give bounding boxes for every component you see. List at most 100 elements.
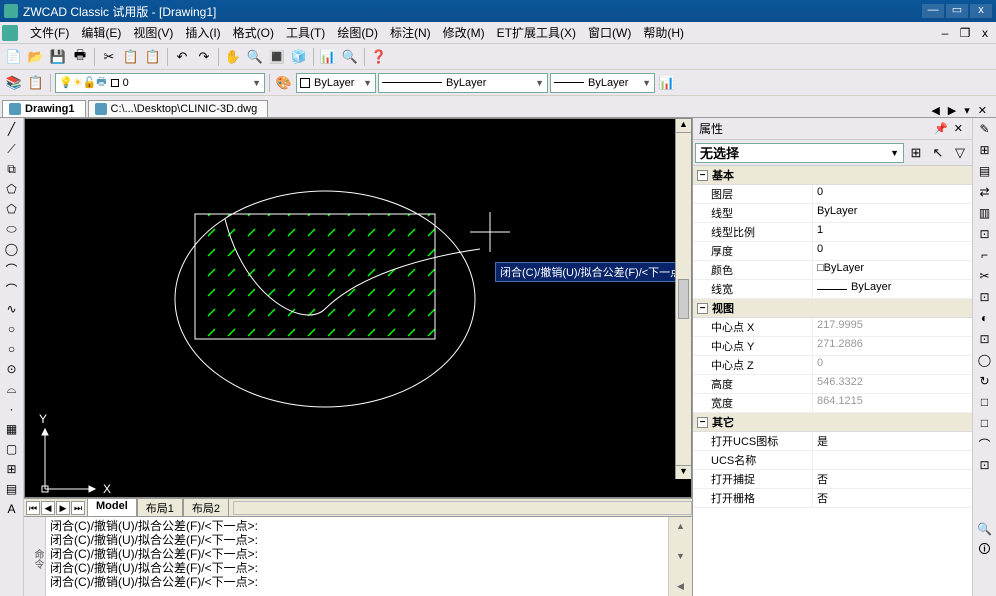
command-scrollbar[interactable]: ▲▼◀ [668,517,692,596]
tab-list-button[interactable]: ▾ [961,104,973,117]
toolbar-btn-2[interactable]: 💾 [48,47,68,67]
toolbar-btn-6[interactable]: 📋 [143,47,163,67]
toolbar-btn-14[interactable]: 🔍 [340,47,360,67]
modify-tool-0[interactable]: ✎ [975,120,995,138]
draw-tool-9[interactable]: ∿ [2,300,22,318]
prop-row[interactable]: 打开捕捉否 [693,470,972,489]
prop-row[interactable]: UCS名称 [693,451,972,470]
draw-tool-18[interactable]: ▤ [2,480,22,498]
draw-tool-0[interactable]: ╱ [2,120,22,138]
filter-icon[interactable]: ▽ [950,143,970,163]
layer-manager-icon[interactable]: 📚 [4,73,24,93]
prop-row[interactable]: 中心点 Z0 [693,356,972,375]
prop-row[interactable]: 打开UCS图标是 [693,432,972,451]
prop-row[interactable]: 厚度0 [693,242,972,261]
prop-row[interactable]: 线型ByLayer [693,204,972,223]
doc-tab[interactable]: Drawing1 [2,100,86,117]
draw-tool-4[interactable]: ⬠ [2,200,22,218]
toolbar-btn-3[interactable]: 🖶 [70,47,90,67]
layout-nav[interactable]: ⏭ [71,501,85,515]
menu-ET扩展工具(X)[interactable]: ET扩展工具(X) [491,22,582,43]
prop-category[interactable]: −其它 [693,413,972,432]
modify-tool-6[interactable]: ⌐ [975,246,995,264]
drawing-canvas[interactable]: X Y 闭合(C)/撤销(U)/拟合公差(F)/<下一点>: ▲ ▼ [24,118,692,498]
draw-tool-11[interactable]: ○ [2,340,22,358]
modify-tool-10[interactable]: ⊡ [975,330,995,348]
prop-category[interactable]: −视图 [693,299,972,318]
toolbar-btn-4[interactable]: ✂ [99,47,119,67]
menu-修改(M)[interactable]: 修改(M) [437,22,491,43]
modify-tool-8[interactable]: ⊡ [975,288,995,306]
window-minimize-button[interactable]: — [922,4,944,18]
draw-tool-6[interactable]: ◯ [2,240,22,258]
toolbar-btn-7[interactable]: ↶ [172,47,192,67]
modify-tool-7[interactable]: ✂ [975,267,995,285]
draw-tool-15[interactable]: ▦ [2,420,22,438]
tab-prev-button[interactable]: ◀ [928,104,942,117]
toolbar-btn-11[interactable]: 🔳 [267,47,287,67]
prop-row[interactable]: 颜色□ByLayer [693,261,972,280]
modify-tool-5[interactable]: ⊡ [975,225,995,243]
dynamic-input-tooltip[interactable]: 闭合(C)/撤销(U)/拟合公差(F)/<下一点>: [495,262,692,282]
draw-tool-7[interactable]: ⌒ [2,260,22,278]
doc-close-button[interactable]: x [976,26,994,40]
inquiry-tool-0[interactable]: 🔍 [975,520,995,538]
canvas-hscrollbar[interactable] [233,501,692,515]
tab-close-button[interactable]: ✕ [975,104,990,117]
draw-tool-13[interactable]: ⌓ [2,380,22,398]
layout-nav[interactable]: ◀ [41,501,55,515]
prop-row[interactable]: 线型比例1 [693,223,972,242]
window-maximize-button[interactable]: ▭ [946,4,968,18]
toolbar-btn-15[interactable]: ❓ [369,47,389,67]
toolbar-btn-0[interactable]: 📄 [4,47,24,67]
panel-close-icon[interactable]: ✕ [951,122,966,135]
modify-tool-13[interactable]: □ [975,393,995,411]
modify-tool-4[interactable]: ▥ [975,204,995,222]
menu-文件(F)[interactable]: 文件(F) [24,22,75,43]
prop-row[interactable]: 宽度864.1215 [693,394,972,413]
draw-tool-19[interactable]: A [2,500,22,518]
layout-tab-Model[interactable]: Model [87,498,137,518]
layout-nav[interactable]: ▶ [56,501,70,515]
menu-格式(O)[interactable]: 格式(O) [227,22,280,43]
bylayer-icon[interactable]: 📊 [657,73,677,93]
layer-prev-icon[interactable]: 📋 [26,73,46,93]
modify-tool-11[interactable]: ◯ [975,351,995,369]
draw-tool-5[interactable]: ⬭ [2,220,22,238]
toolbar-btn-9[interactable]: ✋ [223,47,243,67]
menu-视图(V)[interactable]: 视图(V) [127,22,179,43]
toolbar-btn-13[interactable]: 📊 [318,47,338,67]
command-history[interactable]: 闭合(C)/撤销(U)/拟合公差(F)/<下一点>:闭合(C)/撤销(U)/拟合… [46,517,668,596]
linetype-combo[interactable]: ByLayer ▼ [378,73,548,93]
selection-combo[interactable]: 无选择 ▼ [695,143,904,163]
select-objects-icon[interactable]: ↖ [928,143,948,163]
prop-row[interactable]: 中心点 Y271.2886 [693,337,972,356]
layout-nav[interactable]: ⏮ [26,501,40,515]
draw-tool-2[interactable]: ⧉ [2,160,22,178]
doc-tab[interactable]: C:\...\Desktop\CLINIC-3D.dwg [88,100,269,117]
draw-tool-3[interactable]: ⬠ [2,180,22,198]
modify-tool-16[interactable]: ⊡ [975,456,995,474]
properties-grid[interactable]: −基本图层0线型ByLayer线型比例1厚度0颜色□ByLayer线宽ByLay… [693,166,972,596]
prop-row[interactable]: 打开栅格否 [693,489,972,508]
menu-窗口(W)[interactable]: 窗口(W) [582,22,637,43]
menu-帮助(H)[interactable]: 帮助(H) [637,22,690,43]
tab-next-button[interactable]: ▶ [945,104,959,117]
prop-category[interactable]: −基本 [693,166,972,185]
toolbar-btn-12[interactable]: 🧊 [289,47,309,67]
color-icon[interactable]: 🎨 [274,73,294,93]
prop-row[interactable]: 线宽ByLayer [693,280,972,299]
draw-tool-8[interactable]: ⌒ [2,280,22,298]
menu-绘图(D)[interactable]: 绘图(D) [331,22,384,43]
modify-tool-3[interactable]: ⇄ [975,183,995,201]
color-combo[interactable]: ByLayer ▼ [296,73,376,93]
quick-select-icon[interactable]: ⊞ [906,143,926,163]
menu-插入(I)[interactable]: 插入(I) [179,22,226,43]
draw-tool-10[interactable]: ○ [2,320,22,338]
layout-tab-布局2[interactable]: 布局2 [183,498,229,518]
prop-row[interactable]: 中心点 X217.9995 [693,318,972,337]
layer-combo[interactable]: 💡 ☀ 🔓 🖶 0 ▼ [55,73,265,93]
draw-tool-16[interactable]: ▢ [2,440,22,458]
menu-标注(N)[interactable]: 标注(N) [384,22,437,43]
canvas-vscrollbar[interactable]: ▲ ▼ [675,119,691,479]
